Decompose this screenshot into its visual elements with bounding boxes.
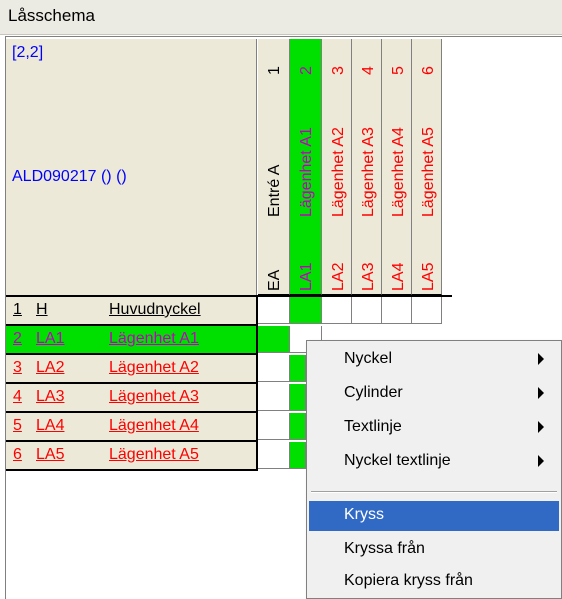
row-code: LA4 (36, 417, 65, 434)
grid-cell[interactable] (290, 442, 306, 469)
row-number: 3 (13, 359, 22, 376)
grid-cell[interactable] (322, 297, 352, 324)
menu-item-cylinder[interactable]: Cylinder (309, 379, 559, 409)
column-number: 4 (360, 66, 377, 75)
menu-item-label: Cylinder (344, 384, 403, 401)
column-name: Lägenhet A1 (298, 127, 315, 217)
row-header-2[interactable]: 2 LA1 Lägenhet A1 (6, 326, 258, 355)
row-header-5[interactable]: 5 LA4 Lägenhet A4 (6, 413, 258, 442)
grid-cell[interactable] (290, 297, 322, 324)
column-code: LA3 (360, 262, 377, 291)
column-code: LA5 (420, 262, 437, 291)
grid-cell[interactable] (290, 384, 306, 411)
column-code: LA2 (330, 262, 347, 291)
row-code: LA1 (36, 330, 65, 347)
row-name: Huvudnyckel (109, 301, 201, 318)
submenu-arrow-icon (538, 353, 544, 365)
menu-item-kopiera-kryss-fran[interactable]: Kopiera kryss från (309, 567, 559, 597)
row-name: Lägenhet A1 (109, 330, 199, 347)
row-header-6[interactable]: 6 LA5 Lägenhet A5 (6, 442, 258, 471)
menu-item-kryss[interactable]: Kryss (309, 501, 559, 531)
grid-cell[interactable] (290, 355, 306, 382)
row-name: Lägenhet A4 (109, 417, 199, 434)
row-name: Lägenhet A2 (109, 359, 199, 376)
row-number: 4 (13, 388, 22, 405)
grid-cell[interactable] (258, 326, 290, 353)
row-code: LA3 (36, 388, 65, 405)
submenu-arrow-icon (538, 455, 544, 467)
column-number: 5 (390, 66, 407, 75)
column-header-5[interactable]: 5 Lägenhet A4 LA4 (382, 39, 412, 295)
column-header-3[interactable]: 3 Lägenhet A2 LA2 (322, 39, 352, 295)
row-header-3[interactable]: 3 LA2 Lägenhet A2 (6, 355, 258, 384)
column-name: Lägenhet A2 (330, 127, 347, 217)
column-header-1[interactable]: 1 Entré A EA (258, 39, 290, 295)
row-name: Lägenhet A5 (109, 446, 199, 463)
column-name: Entré A (266, 164, 283, 217)
window-title: Låsschema (8, 6, 95, 25)
row-number: 2 (13, 330, 22, 347)
menu-item-kryssa-fran[interactable]: Kryssa från (309, 535, 559, 565)
row-code: H (36, 301, 48, 318)
grid-cell[interactable] (412, 297, 442, 324)
menu-item-label: Nyckel textlinje (344, 452, 451, 469)
menu-item-label: Nyckel (344, 350, 393, 367)
menu-separator (311, 491, 557, 493)
column-number: 2 (298, 66, 315, 75)
column-name: Lägenhet A5 (420, 127, 437, 217)
grid-cell[interactable] (382, 297, 412, 324)
menu-item-label: Kryssa från (344, 540, 425, 557)
row-number: 5 (13, 417, 22, 434)
grid-cell[interactable] (258, 355, 290, 382)
menu-item-label: Kopiera kryss från (344, 572, 473, 589)
info-panel (6, 39, 257, 295)
column-code: LA1 (298, 262, 315, 291)
schedule-id: ALD090217 () () (12, 168, 127, 185)
row-number: 1 (13, 301, 22, 318)
column-number: 6 (420, 66, 437, 75)
menu-item-nyckel[interactable]: Nyckel (309, 345, 559, 375)
column-name: Lägenhet A3 (360, 127, 377, 217)
window-titlebar: Låsschema (0, 0, 562, 35)
column-code: LA4 (390, 262, 407, 291)
column-header-2[interactable]: 2 Lägenhet A1 LA1 (290, 39, 322, 295)
menu-item-textlinje[interactable]: Textlinje (309, 413, 559, 443)
context-menu: Nyckel Cylinder Textlinje Nyckel textlin… (306, 340, 562, 599)
submenu-arrow-icon (538, 421, 544, 433)
column-number: 1 (266, 66, 283, 75)
grid-cell[interactable] (258, 384, 290, 411)
row-number: 6 (13, 446, 22, 463)
menu-item-label: Kryss (344, 506, 384, 523)
row-header-1[interactable]: 1 H Huvudnyckel (6, 297, 258, 326)
menu-item-label: Textlinje (344, 418, 402, 435)
column-number: 3 (330, 66, 347, 75)
column-name: Lägenhet A4 (390, 127, 407, 217)
grid-cell[interactable] (290, 413, 306, 440)
column-code: EA (266, 269, 283, 291)
cell-coordinates: [2,2] (12, 44, 44, 61)
row-header-4[interactable]: 4 LA3 Lägenhet A3 (6, 384, 258, 413)
column-header-4[interactable]: 4 Lägenhet A3 LA3 (352, 39, 382, 295)
grid-cell[interactable] (258, 442, 290, 469)
menu-item-nyckel-textlinje[interactable]: Nyckel textlinje (309, 447, 559, 477)
row-code: LA2 (36, 359, 65, 376)
row-name: Lägenhet A3 (109, 388, 199, 405)
submenu-arrow-icon (538, 387, 544, 399)
column-header-6[interactable]: 6 Lägenhet A5 LA5 (412, 39, 442, 295)
grid-cell[interactable] (352, 297, 382, 324)
grid-cell[interactable] (258, 413, 290, 440)
grid-cell[interactable] (258, 297, 290, 324)
row-code: LA5 (36, 446, 65, 463)
